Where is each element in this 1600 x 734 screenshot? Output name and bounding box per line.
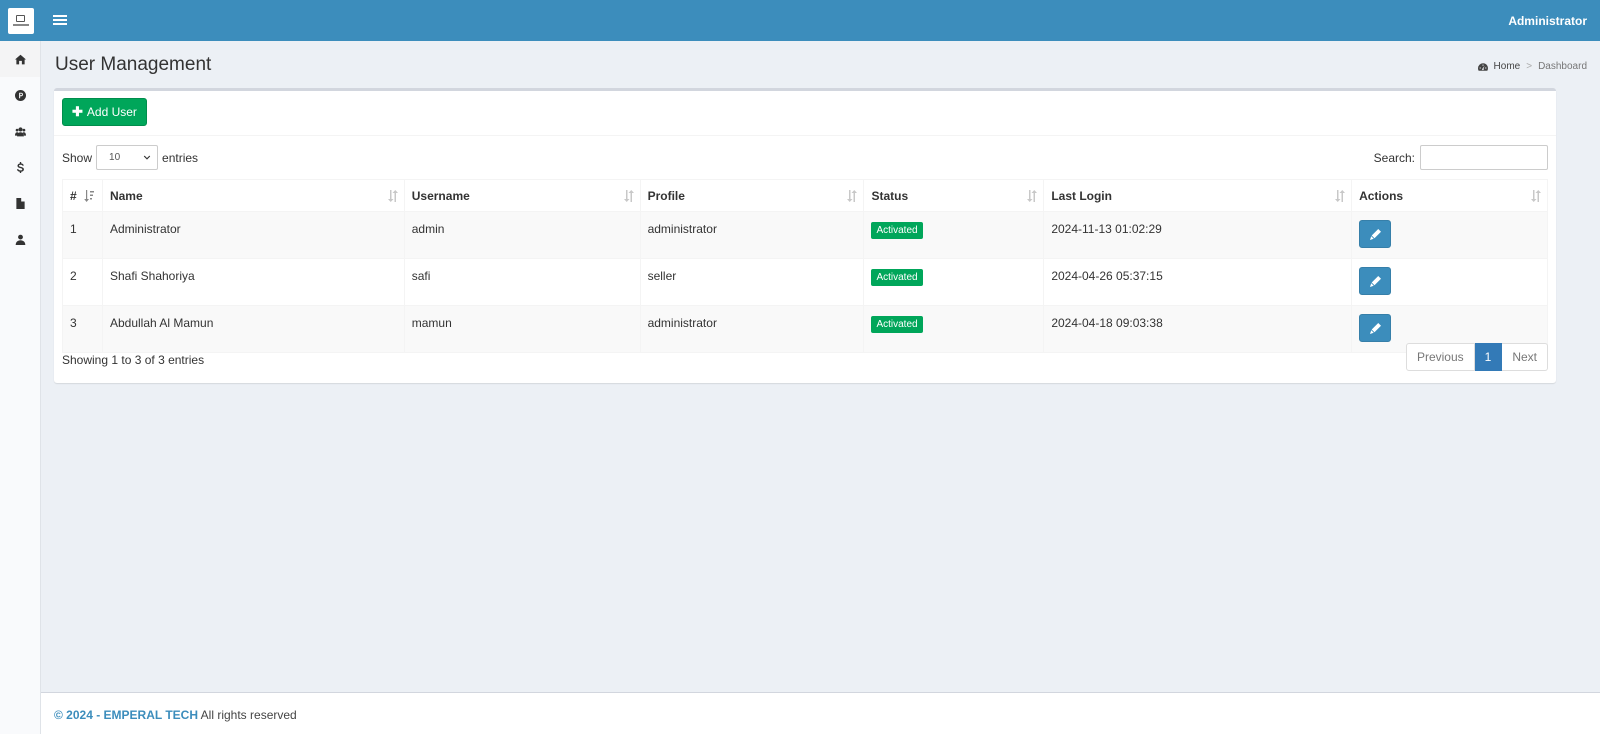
dashboard-gauge-icon [1477,62,1488,71]
search-label: Search: [1373,150,1415,165]
pagination: Previous 1 Next [1405,343,1548,371]
users-table: # Name Username Profile Status Last Logi… [62,179,1548,353]
user-table-panel: ✚ Add User Show 10 entries Search: # Nam… [54,88,1556,383]
table-row: 3 Abdullah Al Mamun mamun administrator … [62,305,1548,353]
dollar-icon [16,161,24,173]
cell-name: Abdullah Al Mamun [101,305,405,353]
next-page-button[interactable]: Next [1502,343,1548,371]
cell-username: safi [403,258,641,306]
sort-ascending-icon [84,190,94,202]
breadcrumb-home-link[interactable]: Home [1494,61,1521,72]
table-header-row: # Name Username Profile Status Last Logi… [62,179,1548,212]
breadcrumb-current: Dashboard [1538,61,1587,72]
page-length-select[interactable]: 10 [96,145,159,170]
sort-icon [387,190,398,202]
page-footer: © 2024 - EMPERAL TECH All rights reserve… [41,692,1600,734]
sidebar-item-users[interactable] [0,113,40,149]
page-length-control: Show 10 entries [62,145,198,170]
footer-copyright[interactable]: © 2024 - EMPERAL TECH [54,708,198,722]
user-menu[interactable]: Administrator [1508,14,1587,28]
pencil-icon [1369,322,1381,334]
cell-last-login: 2024-11-13 01:02:29 [1043,211,1353,259]
cell-last-login: 2024-04-18 09:03:38 [1043,305,1353,353]
sort-icon [1531,190,1541,202]
cell-status: Activated [863,258,1045,306]
top-navbar: Administrator [0,0,1600,41]
sidebar-item-finance[interactable] [0,149,40,185]
table-controls: Show 10 entries Search: [62,145,1548,171]
cell-name: Shafi Shahoriya [101,258,405,306]
sidebar-item-home[interactable] [0,41,40,77]
cell-status: Activated [863,211,1045,259]
edit-user-button[interactable] [1359,220,1392,248]
home-icon [14,54,26,64]
main-content: User Management Home > Dashboard ✚ Add U… [41,41,1600,692]
cell-last-login: 2024-04-26 05:37:15 [1043,258,1353,306]
sidebar-item-reports[interactable] [0,185,40,221]
cell-actions [1351,211,1548,259]
column-header-name[interactable]: Name [101,179,405,212]
sidebar-item-parking[interactable] [0,77,40,113]
breadcrumb-separator: > [1526,61,1533,72]
sort-icon [1027,190,1038,202]
pencil-icon [1369,228,1381,240]
cell-number: 2 [62,258,103,306]
cell-number: 1 [62,211,103,259]
page-1-button[interactable]: 1 [1474,343,1503,371]
column-header-username[interactable]: Username [403,179,641,212]
cell-status: Activated [863,305,1045,353]
file-icon [15,197,25,209]
column-header-last-login[interactable]: Last Login [1043,179,1353,212]
cell-number: 3 [62,305,103,353]
page-length-value: 10 [109,152,121,163]
plus-icon: ✚ [72,104,83,119]
sort-icon [623,190,634,202]
column-header-actions[interactable]: Actions [1351,179,1548,212]
column-header-profile[interactable]: Profile [639,179,865,212]
show-label: Show [62,150,93,165]
search-input[interactable] [1420,145,1548,170]
page-title: User Management [55,54,212,75]
table-info: Showing 1 to 3 of 3 entries [62,353,205,367]
sort-icon [1335,190,1346,202]
add-user-label: Add User [86,105,137,119]
edit-user-button[interactable] [1359,267,1392,295]
entries-label: entries [162,150,199,165]
sidebar-toggle-icon[interactable] [53,13,67,27]
parking-icon [14,89,26,101]
pencil-icon [1369,275,1381,287]
company-logo-icon [7,7,34,34]
sidebar-item-profile[interactable] [0,221,40,257]
column-header-status[interactable]: Status [863,179,1045,212]
logo-container[interactable] [0,0,41,41]
user-icon [15,234,25,245]
previous-page-button[interactable]: Previous [1405,343,1475,371]
edit-user-button[interactable] [1359,314,1392,342]
cell-profile: administrator [639,305,865,353]
chevron-down-icon [143,155,151,160]
footer-rights: All rights reserved [198,708,297,722]
sidebar [0,41,41,734]
column-header-number[interactable]: # [62,179,103,212]
cell-username: admin [403,211,641,259]
breadcrumb: Home > Dashboard [1477,61,1587,72]
sort-icon [847,190,858,202]
cell-username: mamun [403,305,641,353]
cell-profile: administrator [639,211,865,259]
status-badge: Activated [871,222,923,239]
cell-profile: seller [639,258,865,306]
table-row: 2 Shafi Shahoriya safi seller Activated … [62,258,1548,306]
panel-header: ✚ Add User [54,91,1556,136]
add-user-button[interactable]: ✚ Add User [62,98,147,126]
users-icon [14,126,26,136]
status-badge: Activated [871,316,923,333]
cell-actions [1351,258,1548,306]
cell-name: Administrator [101,211,405,259]
table-row: 1 Administrator admin administrator Acti… [62,211,1548,259]
search-control: Search: [1374,145,1548,170]
status-badge: Activated [871,269,923,286]
